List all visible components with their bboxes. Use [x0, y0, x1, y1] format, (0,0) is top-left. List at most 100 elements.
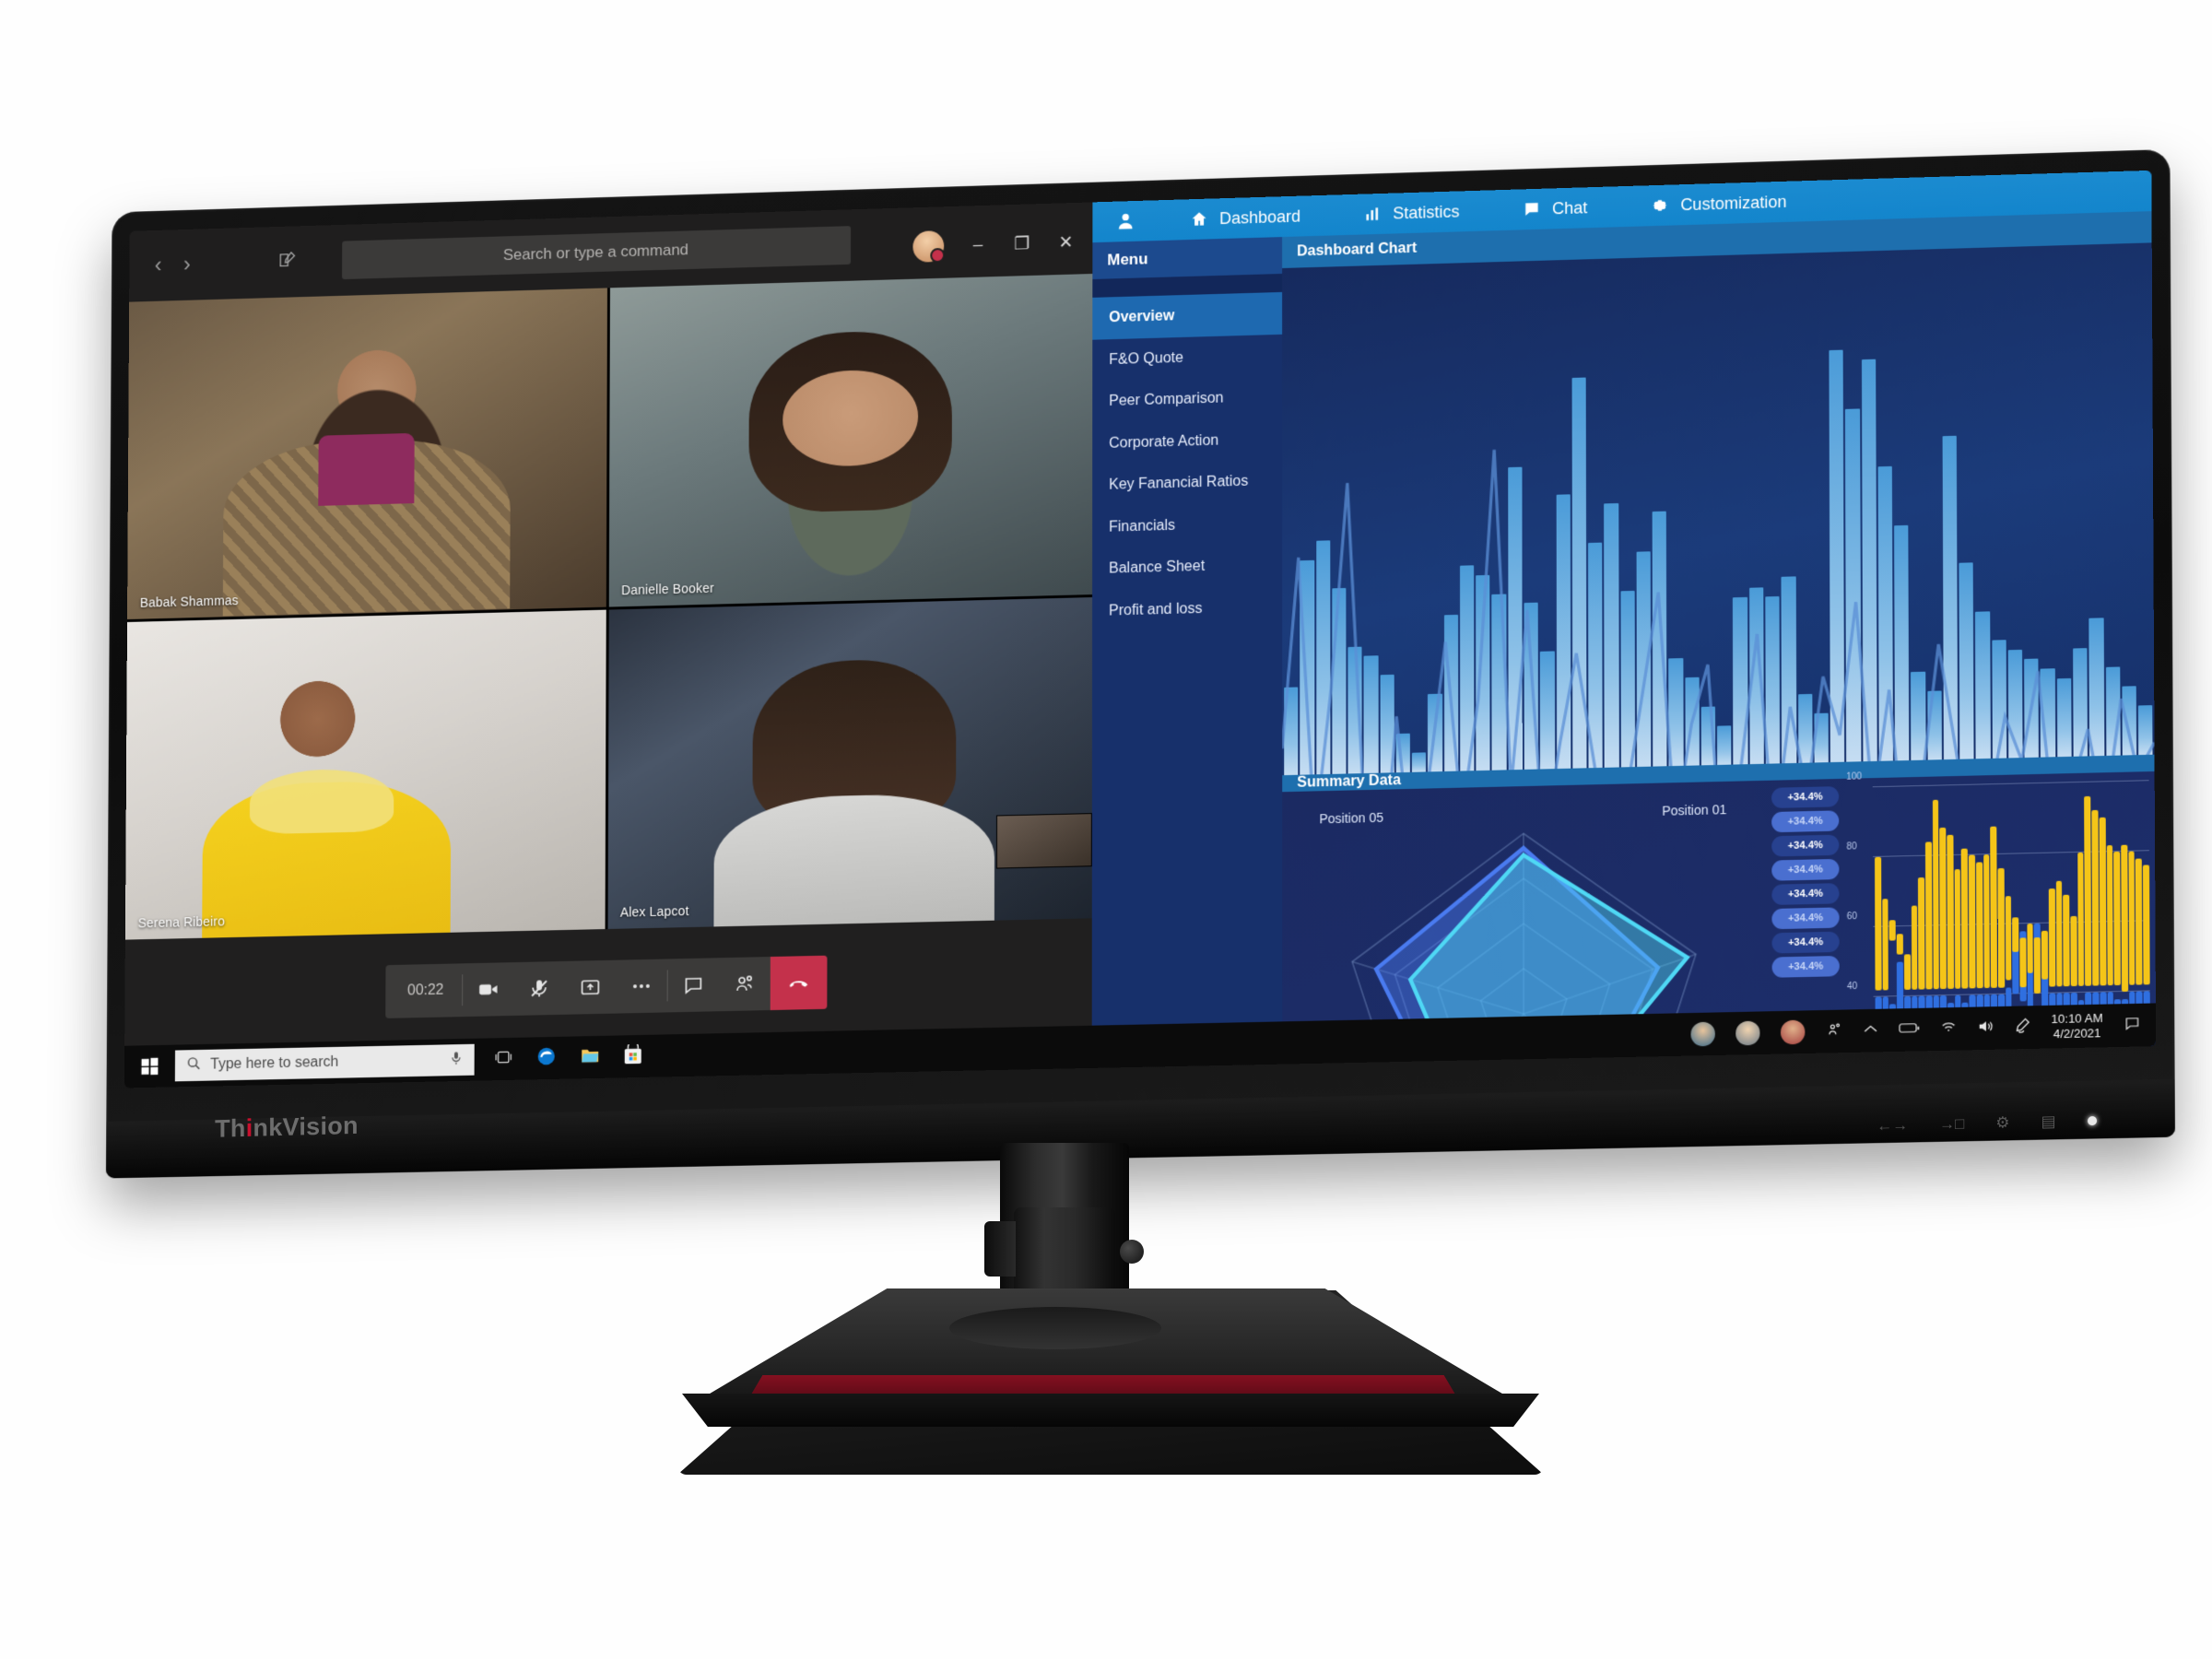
nav-label: Dashboard	[1219, 206, 1301, 228]
sidebar-item-balance-sheet[interactable]: Balance Sheet	[1092, 544, 1282, 591]
nav-back-button[interactable]: ‹	[155, 253, 162, 278]
bar-chart-icon	[1363, 205, 1382, 224]
dashboard-sidebar: Menu Overview F&O Quote Peer Comparison …	[1091, 237, 1283, 1068]
nav-item-chat[interactable]: Chat	[1491, 197, 1619, 220]
power-led	[2088, 1115, 2098, 1126]
share-screen-button[interactable]	[565, 960, 617, 1015]
osd-button-1[interactable]: ←→	[1877, 1116, 1909, 1135]
call-timer: 00:22	[406, 982, 444, 999]
search-icon	[186, 1055, 202, 1076]
chat-button[interactable]	[668, 958, 720, 1012]
screenshot-root: ThinkVision ←→ →□ ⚙ ▤ ‹ › Search or type…	[0, 0, 2212, 1659]
people-icon[interactable]	[1826, 1020, 1842, 1042]
video-grid: Babak Shammas Danielle Booker Serena Rib…	[124, 274, 1093, 940]
microphone-icon[interactable]	[449, 1050, 464, 1069]
participants-button[interactable]	[719, 957, 771, 1011]
y-axis-tick: 40	[1846, 982, 1858, 993]
close-button[interactable]: ✕	[1056, 231, 1077, 253]
percent-badge: +34.4%	[1771, 883, 1840, 905]
stand-base-front-edge	[682, 1394, 1539, 1427]
brand-suffix: nkVision	[253, 1111, 359, 1142]
sidebar-item-key-financial-ratios[interactable]: Key Fanancial Ratios	[1092, 460, 1282, 507]
radar-label-left: Position 05	[1319, 809, 1384, 827]
brand-prefix: Th	[215, 1113, 246, 1143]
wifi-icon[interactable]	[1940, 1019, 1957, 1039]
percent-badge: +34.4%	[1771, 955, 1840, 978]
home-icon	[1190, 210, 1208, 229]
osd-button-3[interactable]: ⚙	[1996, 1113, 2010, 1132]
pen-icon[interactable]	[2016, 1017, 2030, 1039]
participant-name: Danielle Booker	[621, 580, 714, 597]
microsoft-store-icon[interactable]	[624, 1043, 642, 1068]
edge-browser-icon[interactable]	[536, 1045, 557, 1070]
avatar[interactable]	[912, 230, 945, 263]
osd-button-2[interactable]: →□	[1939, 1115, 1964, 1135]
dashboard-app: Dashboard Statistics Chat Customization …	[1091, 170, 2157, 1088]
video-tile[interactable]: Danielle Booker	[608, 274, 1093, 607]
participant-name: Serena Ribeiro	[137, 913, 226, 931]
teams-window: ‹ › Search or type a command – ❐ ✕ Babak…	[124, 202, 1093, 1088]
tray-avatar[interactable]	[1780, 1019, 1806, 1045]
clock-date: 4/2/2021	[2053, 1026, 2101, 1041]
compose-icon[interactable]	[277, 250, 298, 275]
user-icon[interactable]	[1092, 210, 1159, 232]
volume-icon[interactable]	[1978, 1018, 1994, 1039]
gear-icon	[1651, 196, 1669, 216]
stand-knob	[1120, 1240, 1144, 1264]
sidebar-item-corporate-action[interactable]: Corporate Action	[1092, 418, 1282, 465]
sidebar-item-fo-quote[interactable]: F&O Quote	[1092, 334, 1282, 381]
percent-badge: +34.4%	[1771, 810, 1840, 833]
stand-base-oval	[949, 1307, 1161, 1349]
nav-forward-button[interactable]: ›	[183, 252, 191, 277]
mic-muted-button[interactable]	[513, 961, 565, 1016]
tray-avatar[interactable]	[1690, 1021, 1715, 1047]
nav-item-customization[interactable]: Customization	[1619, 191, 1818, 216]
osd-button-4[interactable]: ▤	[2041, 1112, 2056, 1131]
file-explorer-icon[interactable]	[580, 1045, 600, 1068]
sidebar-item-overview[interactable]: Overview	[1092, 291, 1283, 340]
video-tile[interactable]: Babak Shammas	[127, 288, 607, 619]
tray-avatar[interactable]	[1735, 1020, 1760, 1046]
action-center-icon[interactable]	[2124, 1014, 2141, 1036]
video-tile[interactable]: Alex Lapcot	[607, 596, 1093, 929]
system-tray: 10:10 AM 4/2/2021	[1690, 1009, 2157, 1049]
cable-clip	[984, 1221, 1016, 1277]
minimize-button[interactable]: –	[968, 235, 988, 256]
participant-name: Babak Shammas	[139, 592, 239, 610]
y-axis-tick: 100	[1846, 771, 1863, 782]
battery-icon[interactable]	[1899, 1021, 1920, 1039]
taskbar-clock[interactable]: 10:10 AM 4/2/2021	[2051, 1010, 2102, 1041]
maximize-button[interactable]: ❐	[1012, 233, 1032, 255]
percent-badge: +34.4%	[1771, 858, 1840, 881]
monitor-screen: ‹ › Search or type a command – ❐ ✕ Babak…	[124, 170, 2157, 1088]
sidebar-title: Menu	[1092, 237, 1283, 279]
taskbar-search-placeholder: Type here to search	[210, 1053, 339, 1073]
taskbar-search-input[interactable]: Type here to search	[174, 1043, 475, 1082]
sidebar-item-peer-comparison[interactable]: Peer Comparison	[1092, 376, 1282, 423]
y-axis-tick: 60	[1846, 912, 1858, 923]
sidebar-item-financials[interactable]: Financials	[1092, 501, 1282, 548]
percent-badge: +34.4%	[1771, 834, 1840, 857]
call-control-bar: 00:22	[385, 955, 828, 1018]
nav-label: Chat	[1552, 197, 1588, 218]
video-tile[interactable]: Serena Ribeiro	[124, 609, 606, 940]
dashboard-bar-chart	[1282, 242, 2155, 776]
more-options-button[interactable]	[616, 959, 667, 1013]
picture-in-picture-thumbnail[interactable]	[995, 813, 1092, 869]
nav-label: Customization	[1680, 192, 1787, 214]
nav-item-dashboard[interactable]: Dashboard	[1159, 206, 1332, 230]
search-input[interactable]: Search or type a command	[342, 226, 852, 280]
monitor-brand-logo: ThinkVision	[215, 1110, 418, 1147]
sidebar-item-profit-and-loss[interactable]: Profit and loss	[1092, 585, 1282, 632]
search-placeholder: Search or type a command	[502, 241, 689, 265]
y-axis-tick: 80	[1846, 841, 1857, 853]
participant-name: Alex Lapcot	[619, 903, 689, 920]
nav-item-statistics[interactable]: Statistics	[1332, 201, 1491, 225]
percent-badge: +34.4%	[1771, 786, 1840, 808]
camera-button[interactable]	[463, 962, 514, 1017]
radar-label-right: Position 01	[1662, 802, 1727, 818]
task-view-icon[interactable]	[494, 1048, 512, 1069]
windows-start-icon[interactable]	[124, 1056, 175, 1077]
chevron-up-icon[interactable]	[1863, 1022, 1877, 1040]
hangup-button[interactable]	[770, 955, 828, 1011]
